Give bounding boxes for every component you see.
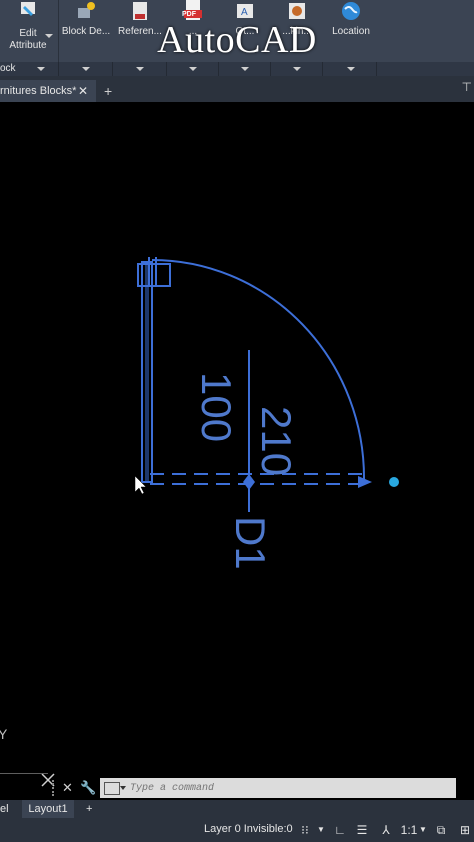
layer-status[interactable]: Layer 0 Invisible:0 [204, 823, 293, 835]
customize-icon[interactable]: ⊞ [456, 822, 474, 838]
chevron-down-icon [189, 67, 197, 71]
scale-label[interactable]: 1:1 [400, 822, 418, 838]
door-leaf-inner [145, 261, 149, 483]
panel-expand-1[interactable] [0, 62, 59, 76]
workspace-icon[interactable]: ⧉ [432, 822, 450, 838]
chevron-down-icon [347, 67, 355, 71]
dim-width-text: 100 [193, 372, 240, 442]
new-tab-button[interactable]: + [104, 80, 112, 102]
drag-handle[interactable] [52, 780, 58, 796]
panel-expand-5[interactable] [220, 62, 271, 76]
door-leaf [141, 261, 153, 483]
chevron-down-icon [36, 67, 45, 71]
video-title-overlay: AutoCAD [157, 19, 317, 61]
annotation-icon[interactable]: ⅄ [378, 822, 394, 838]
grid-icon[interactable]: ⁝⁝ [296, 822, 314, 838]
lineweight-icon[interactable]: ☰ [354, 822, 370, 838]
chevron-down-icon[interactable]: ▼ [418, 822, 428, 838]
document-tab-active[interactable]: rnitures Blocks* ✕ [0, 80, 96, 102]
document-tab-label: rnitures Blocks* [0, 85, 77, 97]
grip-point [389, 477, 399, 487]
panel-expand-2[interactable] [60, 62, 113, 76]
panel-expand-7[interactable] [326, 62, 377, 76]
chevron-down-icon [82, 67, 90, 71]
drawing-canvas[interactable]: 210 100 D1 Y [0, 102, 474, 775]
chevron-down-icon[interactable]: ▼ [316, 822, 326, 838]
close-icon[interactable]: ✕ [78, 80, 88, 102]
ucs-y-label: Y [0, 726, 8, 742]
dim-height-text: 210 [253, 406, 300, 476]
chevron-down-icon [241, 67, 249, 71]
document-tab-bar: rnitures Blocks* ✕ + ⊤ [0, 76, 474, 102]
command-input-box[interactable] [100, 778, 456, 798]
viewport-menu-icon[interactable]: ⊤ [462, 80, 472, 94]
add-layout-button[interactable]: + [86, 800, 92, 818]
command-line-row: ✕ 🔧 [0, 773, 474, 802]
chevron-down-icon [136, 67, 144, 71]
wrench-icon[interactable]: 🔧 [80, 780, 96, 796]
tab-layout1[interactable]: Layout1 [22, 800, 74, 818]
panel-expand-4[interactable] [168, 62, 219, 76]
status-bar: Layer 0 Invisible:0 ⁝⁝ ▼ ∟ ☰ ⅄ 1:1 ▼ ⧉ ⊞ [0, 818, 474, 842]
svg-text:A: A [241, 7, 248, 18]
tab-model[interactable]: el [0, 800, 9, 818]
command-input[interactable] [130, 780, 450, 796]
pdf-badge: PDF [182, 11, 196, 18]
command-history-icon[interactable] [104, 782, 120, 795]
door-tag-text: D1 [227, 516, 274, 570]
door-block-drawing: 210 100 D1 [0, 257, 399, 775]
ortho-icon[interactable]: ∟ [332, 822, 348, 838]
panel-expand-6[interactable] [272, 62, 323, 76]
layout-tab-bar: el Layout1 + [0, 800, 474, 818]
chevron-down-icon [293, 67, 301, 71]
panel-expand-3[interactable] [114, 62, 167, 76]
close-command-icon[interactable]: ✕ [62, 780, 73, 796]
center-grip [243, 474, 255, 490]
chevron-down-icon[interactable] [120, 786, 126, 790]
mouse-cursor-icon [134, 475, 147, 495]
